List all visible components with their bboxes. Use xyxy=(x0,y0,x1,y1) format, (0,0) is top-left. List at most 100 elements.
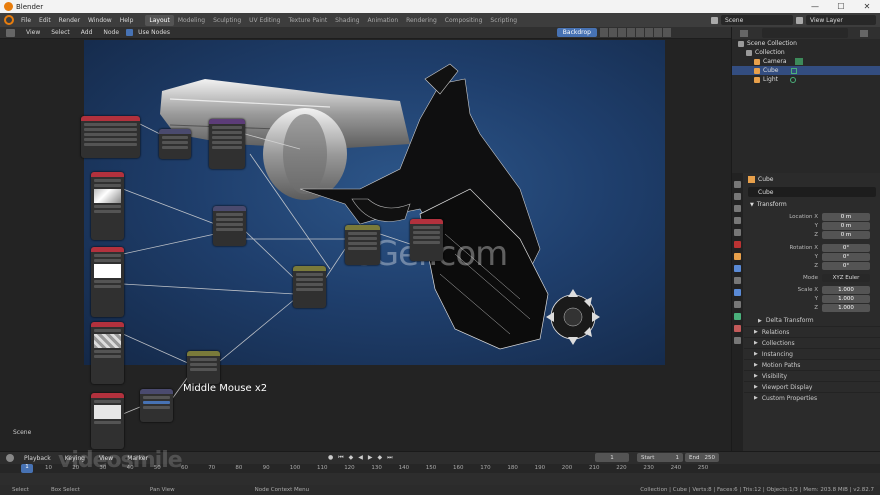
menu-window[interactable]: Window xyxy=(84,17,116,24)
menu-render[interactable]: Render xyxy=(55,17,84,24)
minimize-icon[interactable]: — xyxy=(802,2,828,11)
location-z-field[interactable]: 0 m xyxy=(822,230,870,239)
outliner-search-input[interactable] xyxy=(762,28,848,38)
tab-modeling[interactable]: Modeling xyxy=(174,15,209,26)
image-node[interactable] xyxy=(91,322,124,384)
location-y-field[interactable]: 0 m xyxy=(822,221,870,230)
play-icon[interactable]: ▶ xyxy=(368,454,373,462)
scale-x-field[interactable]: 1.000 xyxy=(822,285,870,294)
clock-icon[interactable] xyxy=(6,454,14,462)
tab-compositing[interactable]: Compositing xyxy=(441,15,487,26)
relations-panel[interactable]: ▶ Relations xyxy=(744,326,880,337)
channel-icon[interactable] xyxy=(609,28,617,37)
visibility-panel[interactable]: ▶ Visibility xyxy=(744,370,880,381)
filter-node[interactable] xyxy=(209,119,245,169)
tab-texture-paint[interactable]: Texture Paint xyxy=(284,15,331,26)
scale-y-field[interactable]: 1.000 xyxy=(822,294,870,303)
close-icon[interactable]: ✕ xyxy=(854,2,880,11)
start-frame-field[interactable]: Start 1 xyxy=(637,453,683,462)
output-tab-icon[interactable] xyxy=(734,205,741,212)
view-layer-tab-icon[interactable] xyxy=(734,217,741,224)
outliner-row-light[interactable]: Light xyxy=(732,75,880,84)
rotation-z-field[interactable]: 0° xyxy=(822,261,870,270)
color-node[interactable] xyxy=(345,225,380,265)
tab-rendering[interactable]: Rendering xyxy=(402,15,441,26)
jump-end-icon[interactable]: ⏭ xyxy=(387,454,392,462)
tab-uv-editing[interactable]: UV Editing xyxy=(245,15,284,26)
object-tab-icon[interactable] xyxy=(734,253,741,260)
render-tab-icon[interactable] xyxy=(734,193,741,200)
tab-sculpting[interactable]: Sculpting xyxy=(209,15,245,26)
channel-icon[interactable] xyxy=(645,28,653,37)
current-frame-field[interactable]: 1 xyxy=(595,453,629,462)
custom-properties-panel[interactable]: ▶ Custom Properties xyxy=(744,392,880,403)
camera-data-icon[interactable] xyxy=(794,58,803,65)
transform-panel-header[interactable]: ▼ Transform xyxy=(744,199,880,210)
constraints-tab-icon[interactable] xyxy=(734,301,741,308)
location-x-field[interactable]: 0 m xyxy=(822,212,870,221)
tab-scripting[interactable]: Scripting xyxy=(486,15,521,26)
world-tab-icon[interactable] xyxy=(734,241,741,248)
playhead[interactable]: 1 xyxy=(21,464,33,473)
instancing-panel[interactable]: ▶ Instancing xyxy=(744,348,880,359)
image-node[interactable] xyxy=(91,393,124,449)
view-layer-selector[interactable]: View Layer xyxy=(806,15,876,25)
prev-key-icon[interactable]: ◆ xyxy=(349,454,354,462)
scale-z-field[interactable]: 1.000 xyxy=(822,303,870,312)
light-data-icon[interactable] xyxy=(789,76,796,83)
image-node[interactable] xyxy=(91,172,124,240)
mix-node[interactable] xyxy=(213,206,246,246)
play-reverse-icon[interactable]: ◀ xyxy=(358,454,363,462)
jump-start-icon[interactable]: ⏮ xyxy=(338,454,343,462)
rotation-x-field[interactable]: 0° xyxy=(822,243,870,252)
scene-selector[interactable]: Scene xyxy=(721,15,793,25)
next-key-icon[interactable]: ◆ xyxy=(378,454,383,462)
outliner-row-collection[interactable]: Collection xyxy=(732,48,880,57)
texture-tab-icon[interactable] xyxy=(734,337,741,344)
node-menu-view[interactable]: View xyxy=(22,29,44,36)
mix-node[interactable] xyxy=(140,389,173,422)
maximize-icon[interactable]: ☐ xyxy=(828,2,854,11)
scene-tab-icon[interactable] xyxy=(734,229,741,236)
rotation-y-field[interactable]: 0° xyxy=(822,252,870,261)
physics-tab-icon[interactable] xyxy=(734,289,741,296)
outliner-row-scene-collection[interactable]: Scene Collection xyxy=(732,39,880,48)
modifier-tab-icon[interactable] xyxy=(734,265,741,272)
mix-node[interactable] xyxy=(159,129,191,159)
delta-transform-panel[interactable]: ▶ Delta Transform xyxy=(744,315,880,326)
backdrop-button[interactable]: Backdrop xyxy=(556,28,597,37)
funnel-icon[interactable] xyxy=(860,29,868,37)
channel-icon[interactable] xyxy=(636,28,644,37)
channel-icon[interactable] xyxy=(654,28,662,37)
tab-shading[interactable]: Shading xyxy=(331,15,363,26)
particles-tab-icon[interactable] xyxy=(734,277,741,284)
timeline-menu-playback[interactable]: Playback xyxy=(20,455,55,462)
end-frame-field[interactable]: End 250 xyxy=(685,453,719,462)
motion-paths-panel[interactable]: ▶ Motion Paths xyxy=(744,359,880,370)
object-name-field[interactable]: Cube xyxy=(748,187,876,197)
mix-node[interactable] xyxy=(293,266,326,308)
channel-icon[interactable] xyxy=(618,28,626,37)
node-editor-canvas[interactable]: CGer.com Middle Mouse x2 Scene xyxy=(0,39,731,451)
mesh-data-icon[interactable] xyxy=(790,67,797,74)
data-tab-icon[interactable] xyxy=(734,313,741,320)
collections-panel[interactable]: ▶ Collections xyxy=(744,337,880,348)
use-nodes-checkbox[interactable] xyxy=(126,29,134,36)
outliner-row-cube[interactable]: Cube xyxy=(732,66,880,75)
editor-type-icon[interactable] xyxy=(6,28,15,37)
channel-icon[interactable] xyxy=(600,28,608,37)
viewport-display-panel[interactable]: ▶ Viewport Display xyxy=(744,381,880,392)
blender-logo-icon[interactable] xyxy=(4,15,14,25)
menu-help[interactable]: Help xyxy=(116,17,138,24)
material-tab-icon[interactable] xyxy=(734,325,741,332)
menu-edit[interactable]: Edit xyxy=(35,17,55,24)
node-menu-select[interactable]: Select xyxy=(47,29,74,36)
node-menu-add[interactable]: Add xyxy=(77,29,97,36)
mix-node[interactable] xyxy=(187,351,220,384)
rotation-mode-select[interactable]: XYZ Euler xyxy=(822,273,870,282)
image-node[interactable] xyxy=(91,247,124,317)
menu-file[interactable]: File xyxy=(17,17,35,24)
channel-icon[interactable] xyxy=(663,28,671,37)
channel-icon[interactable] xyxy=(627,28,635,37)
record-icon[interactable]: ● xyxy=(328,454,333,462)
